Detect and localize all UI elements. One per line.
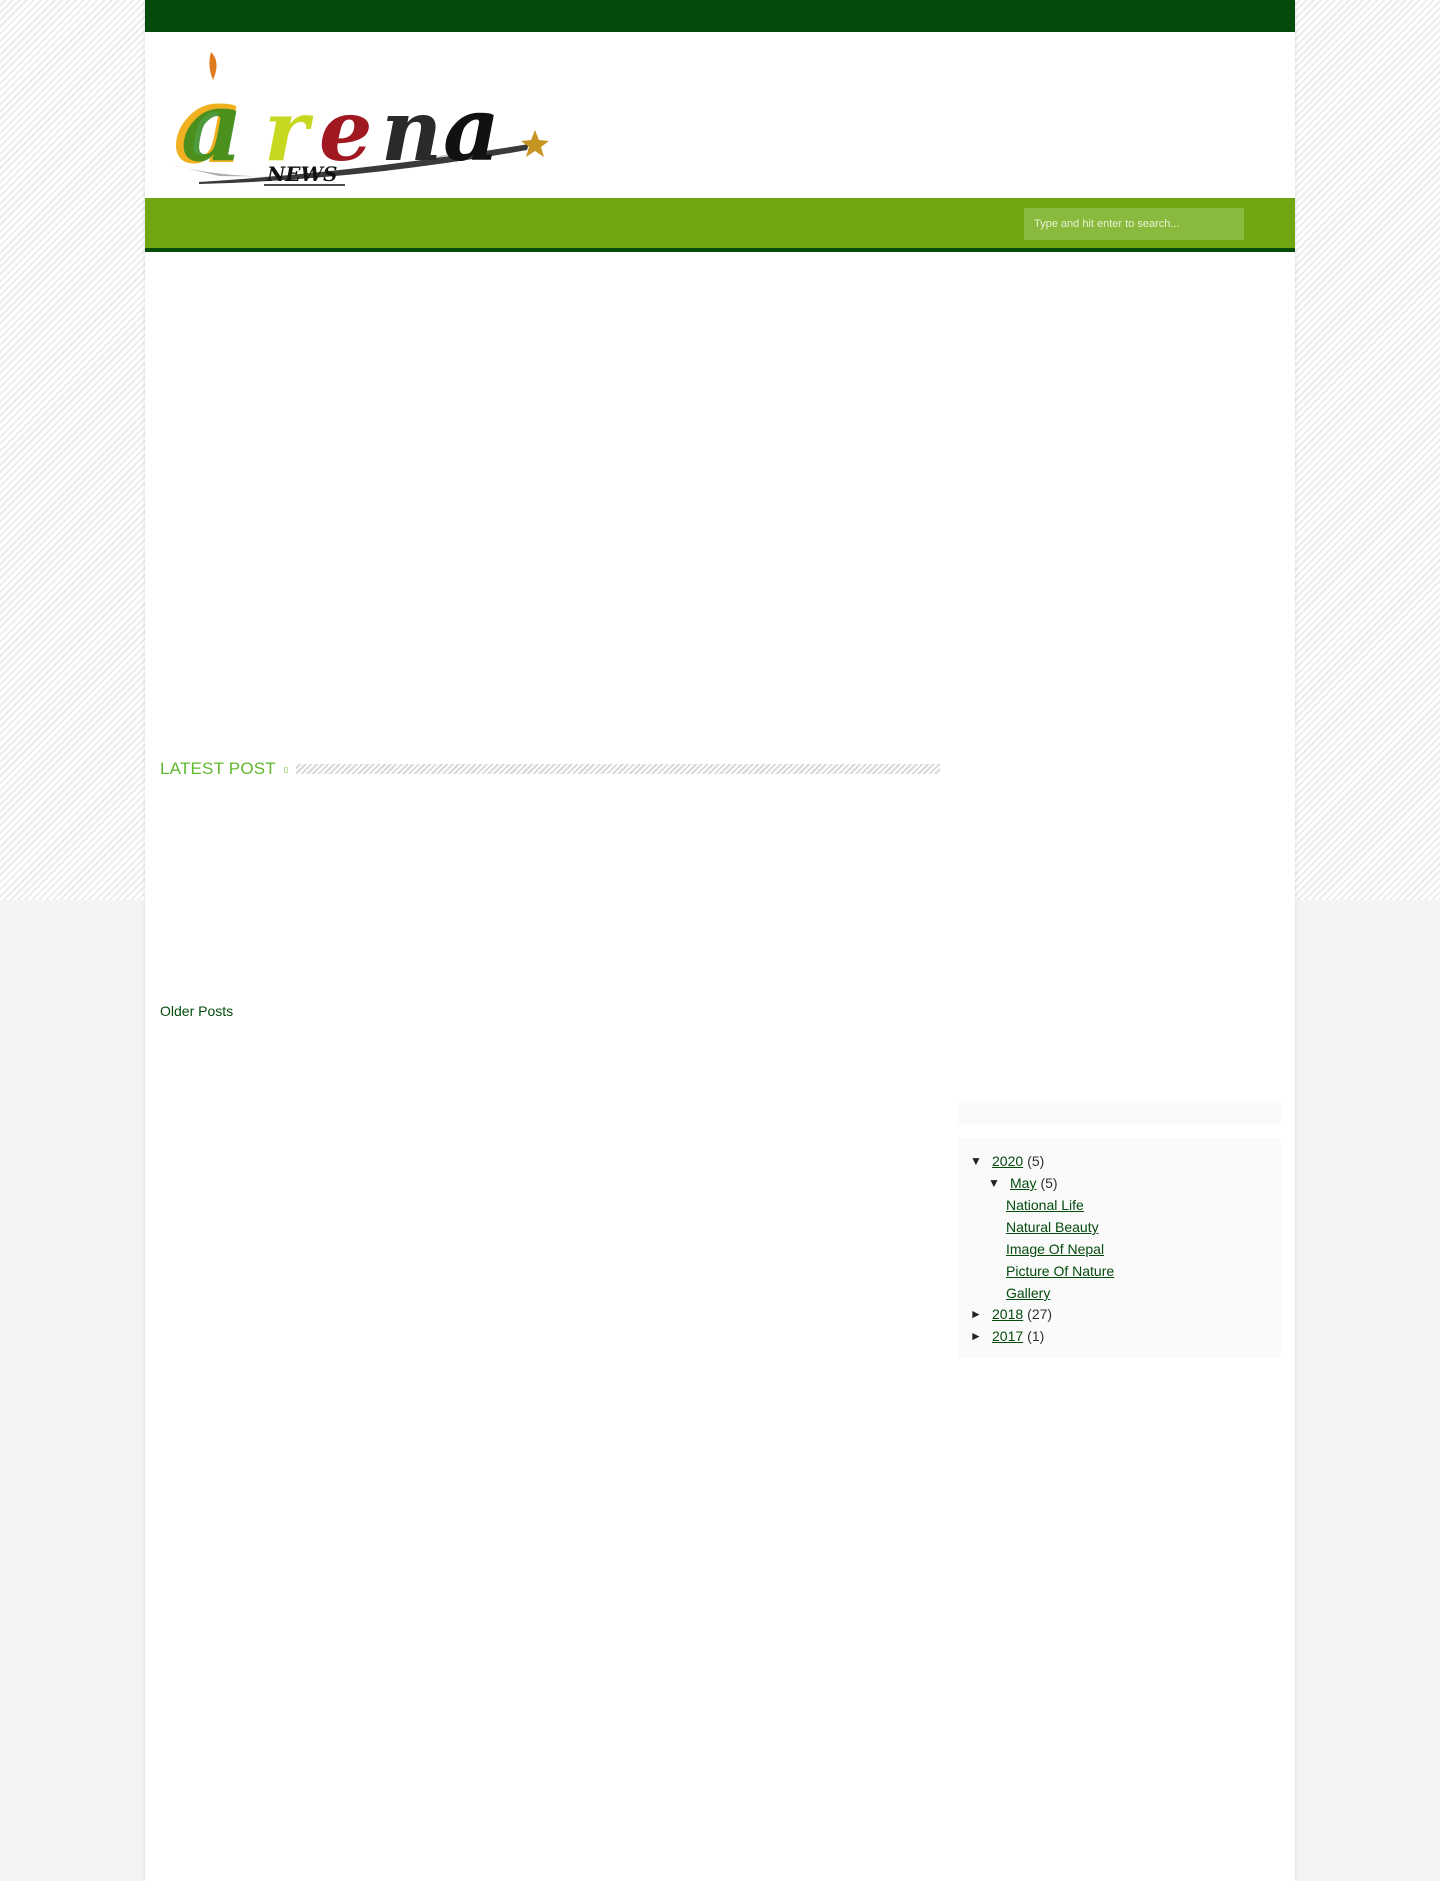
archive-year-2018: ► 2018 (27) bbox=[970, 1304, 1052, 1324]
latest-post-heading: LATEST POST ▯ bbox=[160, 757, 940, 781]
collapse-toggle-icon[interactable]: ▼ bbox=[970, 1154, 992, 1168]
expand-toggle-icon[interactable]: ► bbox=[970, 1307, 992, 1321]
archive-year-2017: ► 2017 (1) bbox=[970, 1326, 1044, 1346]
archive-widget-header bbox=[958, 1103, 1281, 1124]
archive-post-link[interactable]: Gallery bbox=[1006, 1285, 1050, 1301]
archive-post-item: National Life bbox=[1006, 1195, 1084, 1215]
heading-divider bbox=[296, 764, 940, 774]
archive-post-item: Image Of Nepal bbox=[1006, 1239, 1104, 1259]
blog-archive-widget: ▼ 2020 (5) ▼ May (5) National Life Natur… bbox=[958, 1138, 1281, 1358]
collapse-toggle-icon[interactable]: ▼ bbox=[988, 1176, 1010, 1190]
main-navbar: Type and hit enter to search... bbox=[145, 198, 1295, 252]
expand-toggle-icon[interactable]: ► bbox=[970, 1329, 992, 1343]
archive-post-item: Natural Beauty bbox=[1006, 1217, 1099, 1237]
archive-post-link[interactable]: Image Of Nepal bbox=[1006, 1241, 1104, 1257]
archive-year-link[interactable]: 2020 bbox=[992, 1153, 1023, 1169]
logo-subtext: NEWS bbox=[266, 162, 337, 186]
svg-text:n: n bbox=[381, 81, 442, 180]
archive-month-may: ▼ May (5) bbox=[988, 1173, 1058, 1193]
archive-post-link[interactable]: Natural Beauty bbox=[1006, 1219, 1099, 1235]
page-wrapper: a a r e n a NEWS Type and hit enter to s… bbox=[145, 0, 1295, 1881]
archive-post-link[interactable]: Picture Of Nature bbox=[1006, 1263, 1114, 1279]
archive-post-item: Gallery bbox=[1006, 1283, 1050, 1303]
archive-post-link[interactable]: National Life bbox=[1006, 1197, 1084, 1213]
svg-text:a: a bbox=[443, 77, 500, 181]
archive-count: (1) bbox=[1027, 1328, 1045, 1344]
search-input[interactable]: Type and hit enter to search... bbox=[1024, 208, 1244, 240]
older-posts-link[interactable]: Older Posts bbox=[160, 1003, 233, 1019]
search-placeholder: Type and hit enter to search... bbox=[1034, 218, 1180, 230]
archive-count: (5) bbox=[1027, 1153, 1045, 1169]
latest-post-title: LATEST POST bbox=[160, 759, 276, 778]
logo-graphic: a a r e n a NEWS bbox=[169, 52, 549, 188]
site-logo[interactable]: a a r e n a NEWS bbox=[159, 44, 549, 189]
site-header: a a r e n a NEWS bbox=[145, 32, 1295, 198]
top-bar bbox=[145, 0, 1295, 32]
archive-count: (27) bbox=[1027, 1306, 1053, 1322]
archive-month-link[interactable]: May bbox=[1010, 1175, 1036, 1191]
archive-year-link[interactable]: 2018 bbox=[992, 1306, 1023, 1322]
svg-text:a: a bbox=[181, 70, 243, 183]
archive-post-item: Picture Of Nature bbox=[1006, 1261, 1114, 1281]
archive-count: (5) bbox=[1040, 1175, 1058, 1191]
heading-box-icon: ▯ bbox=[283, 764, 289, 774]
archive-year-2020: ▼ 2020 (5) bbox=[970, 1151, 1044, 1171]
archive-year-link[interactable]: 2017 bbox=[992, 1328, 1023, 1344]
